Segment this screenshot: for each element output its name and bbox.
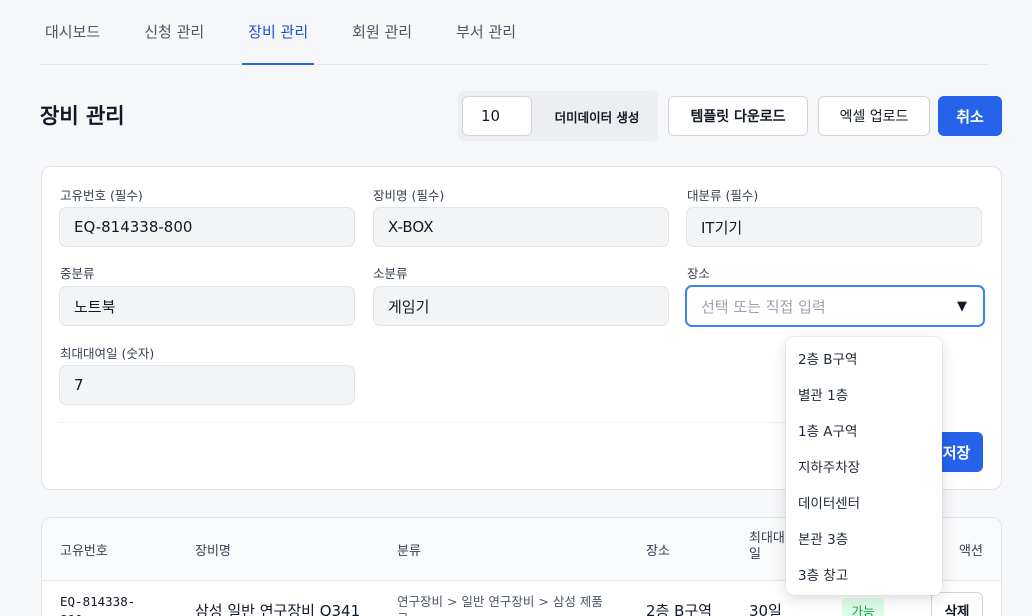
tab-dashboard[interactable]: 대시보드	[40, 0, 106, 64]
tab-members[interactable]: 회원 관리	[346, 0, 418, 64]
col-header-category: 분류	[397, 544, 421, 559]
page-title: 장비 관리	[40, 104, 125, 128]
col-header-name: 장비명	[195, 544, 231, 559]
nav-tabs: 대시보드 신청 관리 장비 관리 회원 관리 부서 관리	[40, 0, 989, 65]
max-days-field[interactable]: 7	[59, 365, 355, 405]
location-combobox[interactable]: 선택 또는 직접 입력 ▼	[685, 285, 985, 327]
id-label: 고유번호 (필수)	[60, 188, 143, 203]
location-option[interactable]: 1층 A구역	[786, 412, 942, 448]
cell-name: 삼성 일반 연구장비 Q341	[195, 602, 361, 616]
location-option[interactable]: 지하주차장	[786, 448, 942, 484]
tab-departments[interactable]: 부서 관리	[450, 0, 522, 64]
mid-category-label: 중분류	[60, 266, 95, 281]
minor-category-label: 소분류	[373, 266, 408, 281]
excel-upload-button[interactable]: 엑셀 업로드	[818, 96, 930, 136]
delete-button[interactable]: 삭제	[931, 592, 983, 616]
minor-category-field[interactable]: 게임기	[373, 286, 669, 326]
col-header-action: 액션	[959, 544, 983, 559]
location-label: 장소	[687, 266, 711, 281]
name-label: 장비명 (필수)	[373, 188, 445, 203]
location-option[interactable]: 본관 3층	[786, 520, 942, 556]
generate-dummy-button[interactable]: 더미데이터 생성	[540, 96, 654, 136]
cell-id: EQ-814338- 800	[60, 594, 136, 616]
location-option[interactable]: 3층 창고	[786, 556, 942, 592]
name-field[interactable]: X-BOX	[373, 207, 669, 247]
col-header-id: 고유번호	[60, 544, 108, 559]
major-category-field[interactable]: IT기기	[686, 207, 982, 247]
max-days-label: 최대대여일 (숫자)	[60, 346, 155, 361]
col-header-location: 장소	[646, 544, 670, 559]
location-option[interactable]: 별관 1층	[786, 376, 942, 412]
id-field[interactable]: EQ-814338-800	[59, 207, 355, 247]
template-download-button[interactable]: 템플릿 다운로드	[668, 96, 808, 136]
tab-requests[interactable]: 신청 관리	[138, 0, 210, 64]
chevron-down-icon[interactable]: ▼	[957, 299, 967, 314]
major-category-label: 대분류 (필수)	[687, 188, 759, 203]
location-option[interactable]: 데이터센터	[786, 484, 942, 520]
col-header-max-days: 최대대 일	[749, 531, 785, 562]
dummy-count-input[interactable]	[462, 96, 532, 136]
tab-equipment[interactable]: 장비 관리	[242, 0, 315, 65]
status-badge: 가능	[842, 598, 884, 616]
location-dropdown: 2층 B구역 별관 1층 1층 A구역 지하주차장 데이터센터 본관 3층 3층…	[786, 337, 942, 595]
cell-max-days: 30일	[749, 602, 782, 616]
cell-location: 2층 B구역	[646, 602, 713, 616]
location-placeholder: 선택 또는 직접 입력	[701, 297, 826, 316]
cancel-button[interactable]: 취소	[938, 96, 1002, 136]
mid-category-field[interactable]: 노트북	[59, 286, 355, 326]
location-option[interactable]: 2층 B구역	[786, 340, 942, 376]
cell-category: 연구장비 > 일반 연구장비 > 삼성 제품 군	[397, 594, 603, 616]
